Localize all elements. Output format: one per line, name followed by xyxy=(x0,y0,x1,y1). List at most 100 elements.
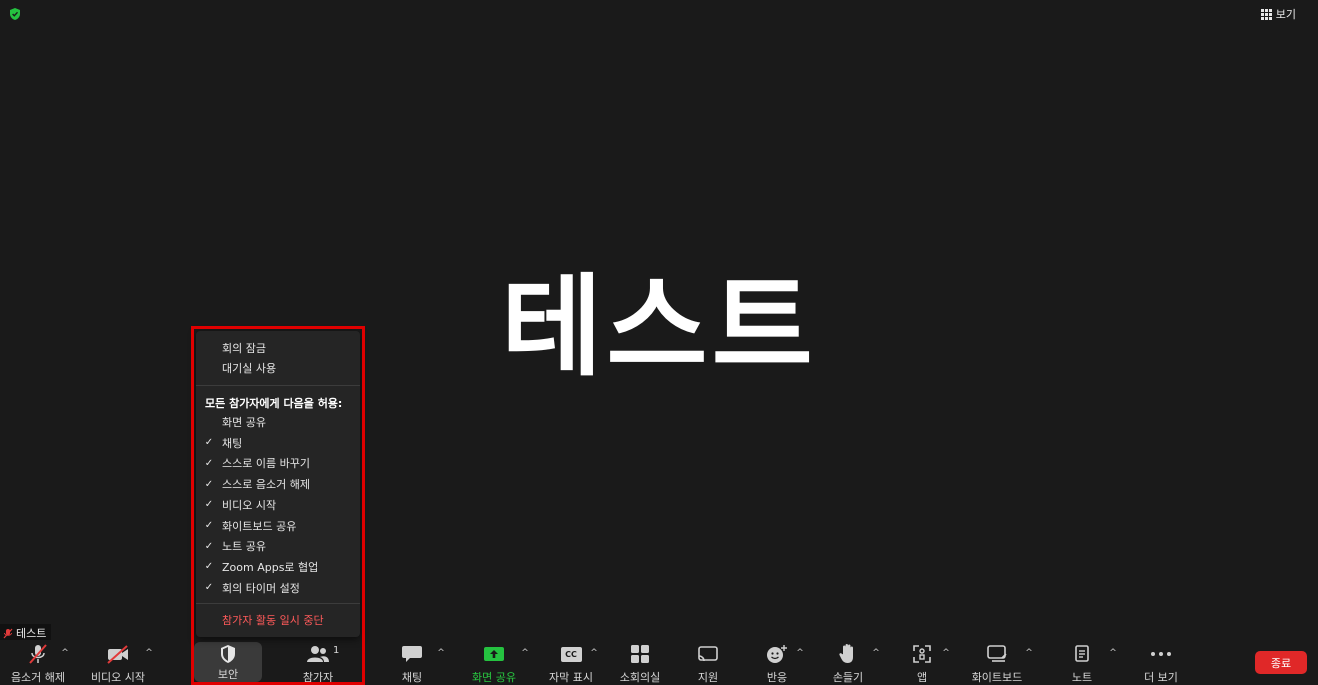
name-tag-label: 테스트 xyxy=(16,627,47,640)
notes-icon xyxy=(1069,643,1095,665)
permission-label: 스스로 음소거 해제 xyxy=(222,478,310,492)
audio-options-caret[interactable]: ^ xyxy=(60,648,70,658)
end-meeting-button[interactable]: 종료 xyxy=(1255,651,1307,674)
waiting-room-label: 대기실 사용 xyxy=(222,362,277,375)
notes-options-caret[interactable]: ^ xyxy=(1108,648,1118,658)
raise-hand-label: 손들기 xyxy=(832,671,864,684)
chat-label: 채팅 xyxy=(401,671,423,684)
unmute-label: 음소거 해제 xyxy=(10,671,66,684)
chat-options-caret[interactable]: ^ xyxy=(436,648,446,658)
breakout-rooms-icon xyxy=(627,643,653,665)
security-label: 보안 xyxy=(217,668,239,681)
permission-label: 화면 공유 xyxy=(222,416,266,429)
notes-label: 노트 xyxy=(1071,671,1093,684)
cast-icon xyxy=(695,643,721,665)
view-button[interactable]: 보기 xyxy=(1260,6,1296,22)
mic-muted-icon xyxy=(25,643,51,665)
raise-hand-button[interactable]: 손들기 xyxy=(828,640,868,685)
permission-label: 노트 공유 xyxy=(222,540,266,554)
captions-label: 자막 표시 xyxy=(549,671,593,684)
lock-meeting-label: 회의 잠금 xyxy=(222,342,266,355)
whiteboard-label: 화이트보드 xyxy=(971,671,1023,684)
notes-button[interactable]: 노트 xyxy=(1062,640,1102,685)
allow-participants-heading: 모든 참가자에게 다음을 허용: xyxy=(205,397,343,410)
permission-label: 화이트보드 공유 xyxy=(222,519,297,533)
captions-options-caret[interactable]: ^ xyxy=(589,648,599,658)
start-video-button[interactable]: 비디오 시작 xyxy=(88,640,148,685)
checkmark-icon: ✓ xyxy=(204,437,214,449)
permission-item[interactable]: ✓ 회의 타이머 설정 xyxy=(196,578,360,598)
participants-count: 1 xyxy=(333,645,340,656)
more-label: 더 보기 xyxy=(1144,671,1178,684)
apps-button[interactable]: 앱 xyxy=(902,640,942,685)
breakout-rooms-label: 소회의실 xyxy=(619,671,661,684)
enable-waiting-room-item[interactable]: 대기실 사용 xyxy=(196,358,360,378)
smiley-plus-icon xyxy=(764,643,790,665)
menu-divider xyxy=(196,385,360,386)
unmute-button[interactable]: 음소거 해제 xyxy=(8,640,68,685)
checkmark-icon: ✓ xyxy=(204,520,214,531)
suspend-activities-item[interactable]: 참가자 활동 일시 중단 xyxy=(196,610,360,630)
participants-button[interactable]: 1 참가자 xyxy=(293,640,343,685)
support-label: 지원 xyxy=(697,671,719,684)
menu-divider xyxy=(196,603,360,604)
video-options-caret[interactable]: ^ xyxy=(144,648,154,658)
permission-item[interactable]: ✓ 스스로 이름 바꾸기 xyxy=(196,453,360,473)
whiteboard-button[interactable]: 화이트보드 xyxy=(968,640,1026,685)
hand-icon xyxy=(835,643,861,665)
chat-bubble-icon xyxy=(399,643,425,665)
closed-captions-icon: CC xyxy=(558,643,584,665)
reactions-button[interactable]: 반응 xyxy=(757,640,797,685)
view-label: 보기 xyxy=(1275,8,1296,21)
permission-label: 채팅 xyxy=(222,436,243,450)
share-screen-label: 화면 공유 xyxy=(472,671,516,684)
whiteboard-icon xyxy=(984,643,1010,665)
apps-options-caret[interactable]: ^ xyxy=(941,648,951,658)
video-off-icon xyxy=(105,643,131,665)
muted-mic-icon xyxy=(3,628,13,638)
permission-item[interactable]: ✓ 노트 공유 xyxy=(196,536,360,556)
captions-button[interactable]: CC 자막 표시 xyxy=(546,640,596,685)
checkmark-icon: ✓ xyxy=(204,499,214,511)
permission-item[interactable]: ✓ 비디오 시작 xyxy=(196,495,360,515)
apps-icon xyxy=(909,643,935,665)
security-button[interactable]: 보안 xyxy=(194,642,262,682)
share-options-caret[interactable]: ^ xyxy=(520,648,530,658)
permission-label: 비디오 시작 xyxy=(222,498,277,512)
chat-button[interactable]: 채팅 xyxy=(392,640,432,685)
reactions-options-caret[interactable]: ^ xyxy=(795,648,805,658)
permission-item[interactable]: ✓ 화이트보드 공유 xyxy=(196,516,360,536)
reactions-label: 반응 xyxy=(766,671,788,684)
lock-meeting-item[interactable]: 회의 잠금 xyxy=(196,338,360,358)
more-button[interactable]: 더 보기 xyxy=(1140,640,1182,685)
checkmark-icon: ✓ xyxy=(204,478,214,490)
permission-label: 회의 타이머 설정 xyxy=(222,581,300,595)
permission-label: Zoom Apps로 협업 xyxy=(222,560,319,574)
share-screen-icon xyxy=(481,643,507,665)
permission-item[interactable]: ✓ 스스로 음소거 해제 xyxy=(196,474,360,494)
grid-icon xyxy=(1260,8,1272,20)
security-menu: 회의 잠금 대기실 사용 모든 참가자에게 다음을 허용: 화면 공유 ✓ 채팅 ✓ 스… xyxy=(196,331,360,637)
apps-label: 앱 xyxy=(916,671,928,684)
participants-icon: 1 xyxy=(305,643,339,665)
encryption-shield-icon[interactable] xyxy=(8,7,22,21)
checkmark-icon: ✓ xyxy=(204,582,214,594)
permission-item[interactable]: ✓ Zoom Apps로 협업 xyxy=(196,557,360,577)
ellipsis-icon xyxy=(1148,643,1174,665)
permission-label: 스스로 이름 바꾸기 xyxy=(222,457,310,471)
breakout-rooms-button[interactable]: 소회의실 xyxy=(616,640,664,685)
start-video-label: 비디오 시작 xyxy=(90,671,146,684)
whiteboard-options-caret[interactable]: ^ xyxy=(1024,648,1034,658)
suspend-activities-label: 참가자 활동 일시 중단 xyxy=(222,614,324,627)
captions-icon-text: CC xyxy=(560,646,582,662)
permission-item[interactable]: 화면 공유 xyxy=(196,412,360,432)
shield-icon xyxy=(215,643,241,664)
support-button[interactable]: 지원 xyxy=(688,640,728,685)
checkmark-icon: ✓ xyxy=(204,540,214,552)
share-screen-button[interactable]: 화면 공유 xyxy=(468,640,520,685)
participants-label: 참가자 xyxy=(302,671,334,684)
checkmark-icon: ✓ xyxy=(204,561,214,573)
meeting-toolbar: 음소거 해제 ^ 비디오 시작 ^ 보안 1 참가자 채팅 ^ 화면 공유 ^ … xyxy=(0,640,1318,685)
raise-hand-options-caret[interactable]: ^ xyxy=(871,648,881,658)
permission-item[interactable]: ✓ 채팅 xyxy=(196,433,360,453)
